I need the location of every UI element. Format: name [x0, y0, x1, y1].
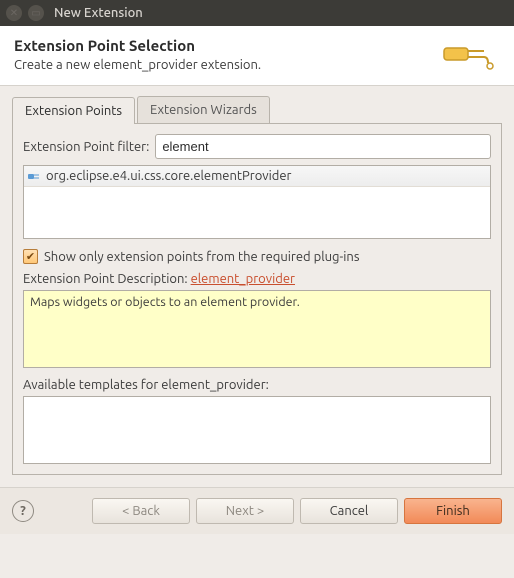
description-link[interactable]: element_provider — [191, 272, 295, 286]
header-subtitle: Create a new element_provider extension. — [14, 58, 261, 72]
minimize-icon[interactable]: ▭ — [28, 5, 44, 21]
extension-point-icon — [28, 170, 42, 182]
tab-extension-wizards[interactable]: Extension Wizards — [137, 96, 270, 123]
description-box: Maps widgets or objects to an element pr… — [23, 290, 491, 368]
checkbox-label: Show only extension points from the requ… — [44, 250, 360, 264]
back-button[interactable]: < Back — [92, 498, 190, 524]
tab-extension-points[interactable]: Extension Points — [12, 97, 135, 124]
filter-input[interactable] — [155, 134, 491, 159]
filter-label: Extension Point filter: — [23, 140, 149, 154]
dialog-header: Extension Point Selection Create a new e… — [0, 26, 514, 86]
description-label: Extension Point Description: element_pro… — [23, 272, 491, 286]
description-text: Maps widgets or objects to an element pr… — [30, 295, 300, 309]
close-icon[interactable]: ✕ — [6, 5, 22, 21]
list-item[interactable]: org.eclipse.e4.ui.css.core.elementProvid… — [24, 166, 490, 187]
finish-button[interactable]: Finish — [404, 498, 502, 524]
window-title: New Extension — [54, 6, 143, 20]
tab-bar: Extension Points Extension Wizards — [12, 96, 502, 124]
templates-list[interactable] — [23, 396, 491, 464]
title-bar: ✕ ▭ New Extension — [0, 0, 514, 26]
templates-label: Available templates for element_provider… — [23, 378, 491, 392]
help-button[interactable]: ? — [12, 500, 34, 522]
required-only-checkbox[interactable]: ✔ — [23, 249, 38, 264]
header-title: Extension Point Selection — [14, 37, 261, 54]
button-bar: ? < Back Next > Cancel Finish — [0, 487, 514, 534]
cancel-button[interactable]: Cancel — [300, 498, 398, 524]
plug-icon — [442, 36, 502, 73]
next-button[interactable]: Next > — [196, 498, 294, 524]
extension-point-list[interactable]: org.eclipse.e4.ui.css.core.elementProvid… — [23, 165, 491, 239]
list-item-label: org.eclipse.e4.ui.css.core.elementProvid… — [46, 169, 291, 183]
